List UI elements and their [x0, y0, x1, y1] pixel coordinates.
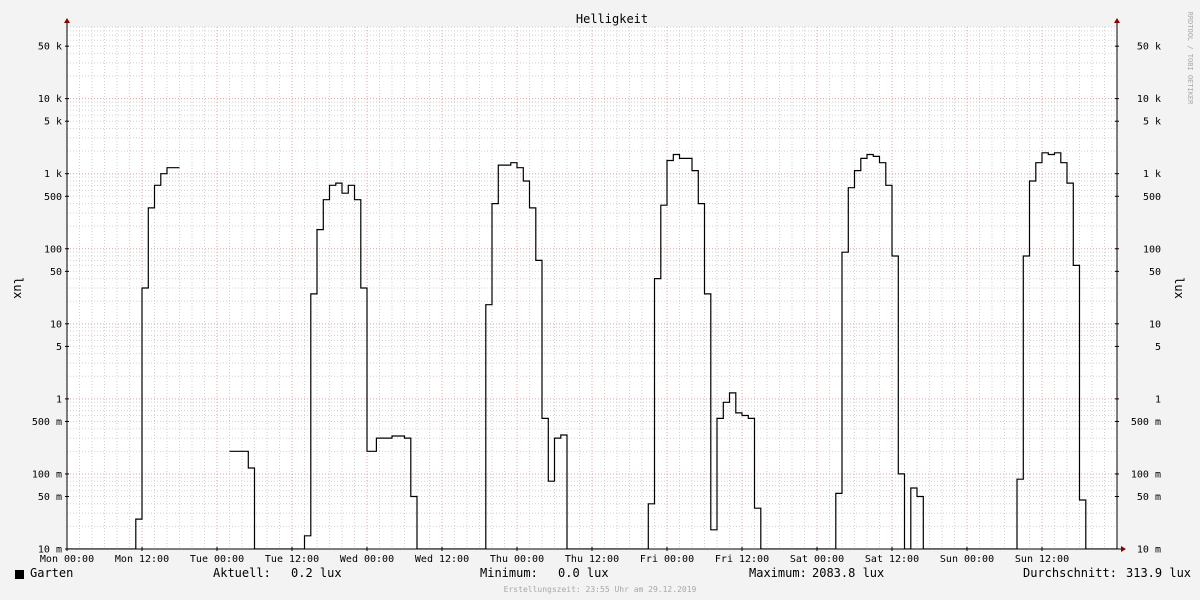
legend-current-label: Aktuell:: [213, 566, 271, 580]
y-axis-right-arrow: [1114, 18, 1120, 23]
y-tick-label-left: 5 k: [44, 117, 62, 128]
y-tick-label-right: 500 m: [1131, 417, 1161, 428]
y-tick-label-right: 1: [1155, 394, 1161, 405]
x-axis-arrow: [1121, 546, 1126, 552]
y-tick-label-right: 500: [1143, 192, 1161, 203]
y-tick-label-left: 500 m: [32, 417, 62, 428]
x-tick-label: Sun 00:00: [940, 554, 994, 565]
y-tick-label-right: 10 m: [1137, 545, 1161, 556]
legend-minimum-value: 0.0 lux: [558, 566, 609, 580]
x-tick-label: Mon 00:00: [40, 554, 94, 565]
y-axis-label-right: lux: [1172, 277, 1186, 299]
x-tick-label: Sun 12:00: [1015, 554, 1069, 565]
y-tick-label-left: 50 k: [38, 42, 62, 53]
y-tick-label-right: 50: [1149, 267, 1161, 278]
legend-current-value: 0.2 lux: [291, 566, 342, 580]
legend-maximum-value: 2083.8 lux: [812, 566, 885, 580]
y-tick-label-right: 100 m: [1131, 469, 1161, 480]
y-tick-label-left: 1: [56, 394, 62, 405]
legend-average-label: Durchschnitt:: [1023, 566, 1117, 580]
x-tick-label: Fri 12:00: [715, 554, 769, 565]
y-tick-label-left: 100 m: [32, 469, 62, 480]
y-tick-label-right: 50 m: [1137, 492, 1161, 503]
y-tick-label-right: 10 k: [1137, 94, 1161, 105]
legend-average-value: 313.9 lux: [1126, 566, 1192, 580]
y-tick-label-left: 1 k: [44, 169, 62, 180]
x-tick-label: Tue 12:00: [265, 554, 319, 565]
x-tick-label: Wed 12:00: [415, 554, 469, 565]
legend-minimum-label: Minimum:: [480, 566, 538, 580]
legend-maximum-label: Maximum:: [749, 566, 807, 580]
y-tick-label-right: 5: [1155, 342, 1161, 353]
y-tick-label-left: 50: [50, 267, 62, 278]
y-axis-left-arrow: [64, 18, 70, 23]
legend-row: Garten Aktuell: 0.2 lux Minimum: 0.0 lux…: [0, 566, 1200, 584]
chart-title: Helligkeit: [576, 12, 648, 26]
x-tick-label: Sat 00:00: [790, 554, 844, 565]
x-tick-label: Wed 00:00: [340, 554, 394, 565]
y-tick-label-right: 100: [1143, 244, 1161, 255]
y-axis-label-left: lux: [11, 277, 25, 299]
footer-creation-time: Erstellungszeit: 23:55 Uhr am 29.12.2019: [503, 585, 697, 594]
y-tick-label-left: 50 m: [38, 492, 62, 503]
y-tick-label-left: 10 k: [38, 94, 62, 105]
x-tick-label: Sat 12:00: [865, 554, 919, 565]
brightness-chart: 50 k 50 k 10 k 10 k 5 k 5 k 1 k 1 k 500 500 100 100…: [11, 12, 1194, 565]
rrdtool-watermark: RRDTOOL / TOBI OETIKER: [1186, 12, 1194, 106]
y-tick-label-left: 500: [44, 192, 62, 203]
y-tick-label-left: 100: [44, 244, 62, 255]
y-tick-label-left: 5: [56, 342, 62, 353]
y-tick-label-right: 50 k: [1137, 42, 1161, 53]
y-tick-label-right: 10: [1149, 319, 1161, 330]
y-tick-label-left: 10: [50, 319, 62, 330]
x-tick-label: Fri 00:00: [640, 554, 694, 565]
y-tick-label-right: 1 k: [1143, 169, 1161, 180]
y-tick-label-right: 5 k: [1143, 117, 1161, 128]
x-tick-label: Thu 12:00: [565, 554, 619, 565]
chart-root: 50 k 50 k 10 k 10 k5 k5 k1 k1 k 500 500 100 100…: [0, 0, 1200, 600]
legend-series-name: Garten: [30, 566, 74, 580]
x-tick-label: Mon 12:00: [115, 554, 169, 565]
x-tick-label: Thu 00:00: [490, 554, 544, 565]
x-tick-label: Tue 00:00: [190, 554, 244, 565]
